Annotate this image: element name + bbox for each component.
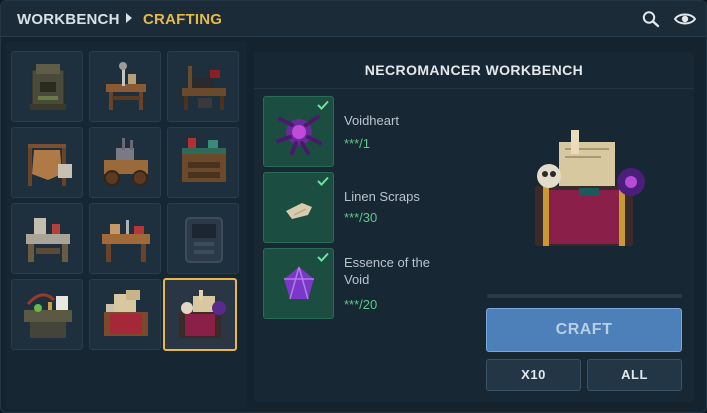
ingredient-name: Voidheart (344, 113, 399, 128)
title-divider (254, 88, 694, 89)
furnace-bench-icon (30, 64, 66, 110)
void-essence-icon (284, 266, 314, 300)
ingredient-quantity: ***/30 (344, 210, 378, 225)
workbench-slot-carpentry[interactable] (89, 203, 161, 274)
ingredient-quantity: ***/20 (344, 297, 378, 312)
necromancer-bench-icon (179, 290, 226, 338)
header-bar: WORKBENCH CRAFTING (1, 1, 706, 37)
workbench-slot-scroll[interactable] (89, 279, 161, 350)
workbench-slot-furnace[interactable] (11, 51, 83, 122)
tanning-rack-icon (28, 144, 72, 186)
search-icon[interactable] (641, 10, 661, 28)
ingredient-slot-void-essence[interactable] (263, 248, 334, 319)
linen-scraps-icon (286, 203, 312, 219)
stone-bench-icon (26, 218, 70, 262)
ingredient-quantity: ***/1 (344, 136, 371, 151)
workbench-slot-stone[interactable] (11, 203, 83, 274)
alchemy-cart-icon (104, 138, 148, 186)
workbench-slot-potion[interactable] (11, 279, 83, 350)
recipe-title: NECROMANCER WORKBENCH (364, 62, 584, 78)
voidheart-icon (276, 115, 322, 155)
checkmark-icon (317, 252, 329, 262)
workbench-slot-tools[interactable] (89, 51, 161, 122)
craft-progress-bar (487, 294, 682, 298)
craft-x10-button[interactable]: X10 (486, 359, 581, 391)
anvil-bench-icon (182, 66, 226, 110)
eye-icon[interactable] (674, 10, 696, 28)
crafting-window: WORKBENCH CRAFTING NECROMANCER WORKBENCH… (0, 0, 707, 413)
craft-all-button[interactable]: ALL (587, 359, 682, 391)
craft-button[interactable]: CRAFT (486, 308, 682, 352)
breadcrumb-workbench[interactable]: WORKBENCH (17, 11, 120, 28)
breadcrumb-separator-icon (126, 13, 132, 23)
potion-bench-icon (24, 293, 72, 338)
recipe-panel: NECROMANCER WORKBENCH Voidheart ***/1 Li… (254, 52, 694, 402)
cooking-station-icon (182, 138, 226, 182)
carpentry-bench-icon (102, 220, 150, 262)
workbench-slot-locked[interactable] (167, 203, 239, 274)
checkmark-icon (317, 176, 329, 186)
workbench-slot-cooking[interactable] (167, 127, 239, 198)
workbench-slot-necromancer[interactable] (163, 278, 237, 351)
workbench-slot-cart[interactable] (89, 127, 161, 198)
tool-bench-icon (106, 62, 146, 110)
ingredient-name: Essence of the Void (344, 255, 430, 287)
workbench-slot-anvil[interactable] (167, 51, 239, 122)
workbench-grid (5, 41, 247, 409)
ingredient-slot-voidheart[interactable] (263, 96, 334, 167)
scroll-bench-icon (104, 290, 148, 336)
necromancer-workbench-icon (535, 130, 645, 246)
locked-machine-icon (185, 217, 223, 263)
ingredient-name: Linen Scraps (344, 189, 420, 204)
checkmark-icon (317, 100, 329, 110)
ingredient-slot-linen-scraps[interactable] (263, 172, 334, 243)
breadcrumb-crafting: CRAFTING (143, 11, 223, 28)
workbench-slot-tanning[interactable] (11, 127, 83, 198)
